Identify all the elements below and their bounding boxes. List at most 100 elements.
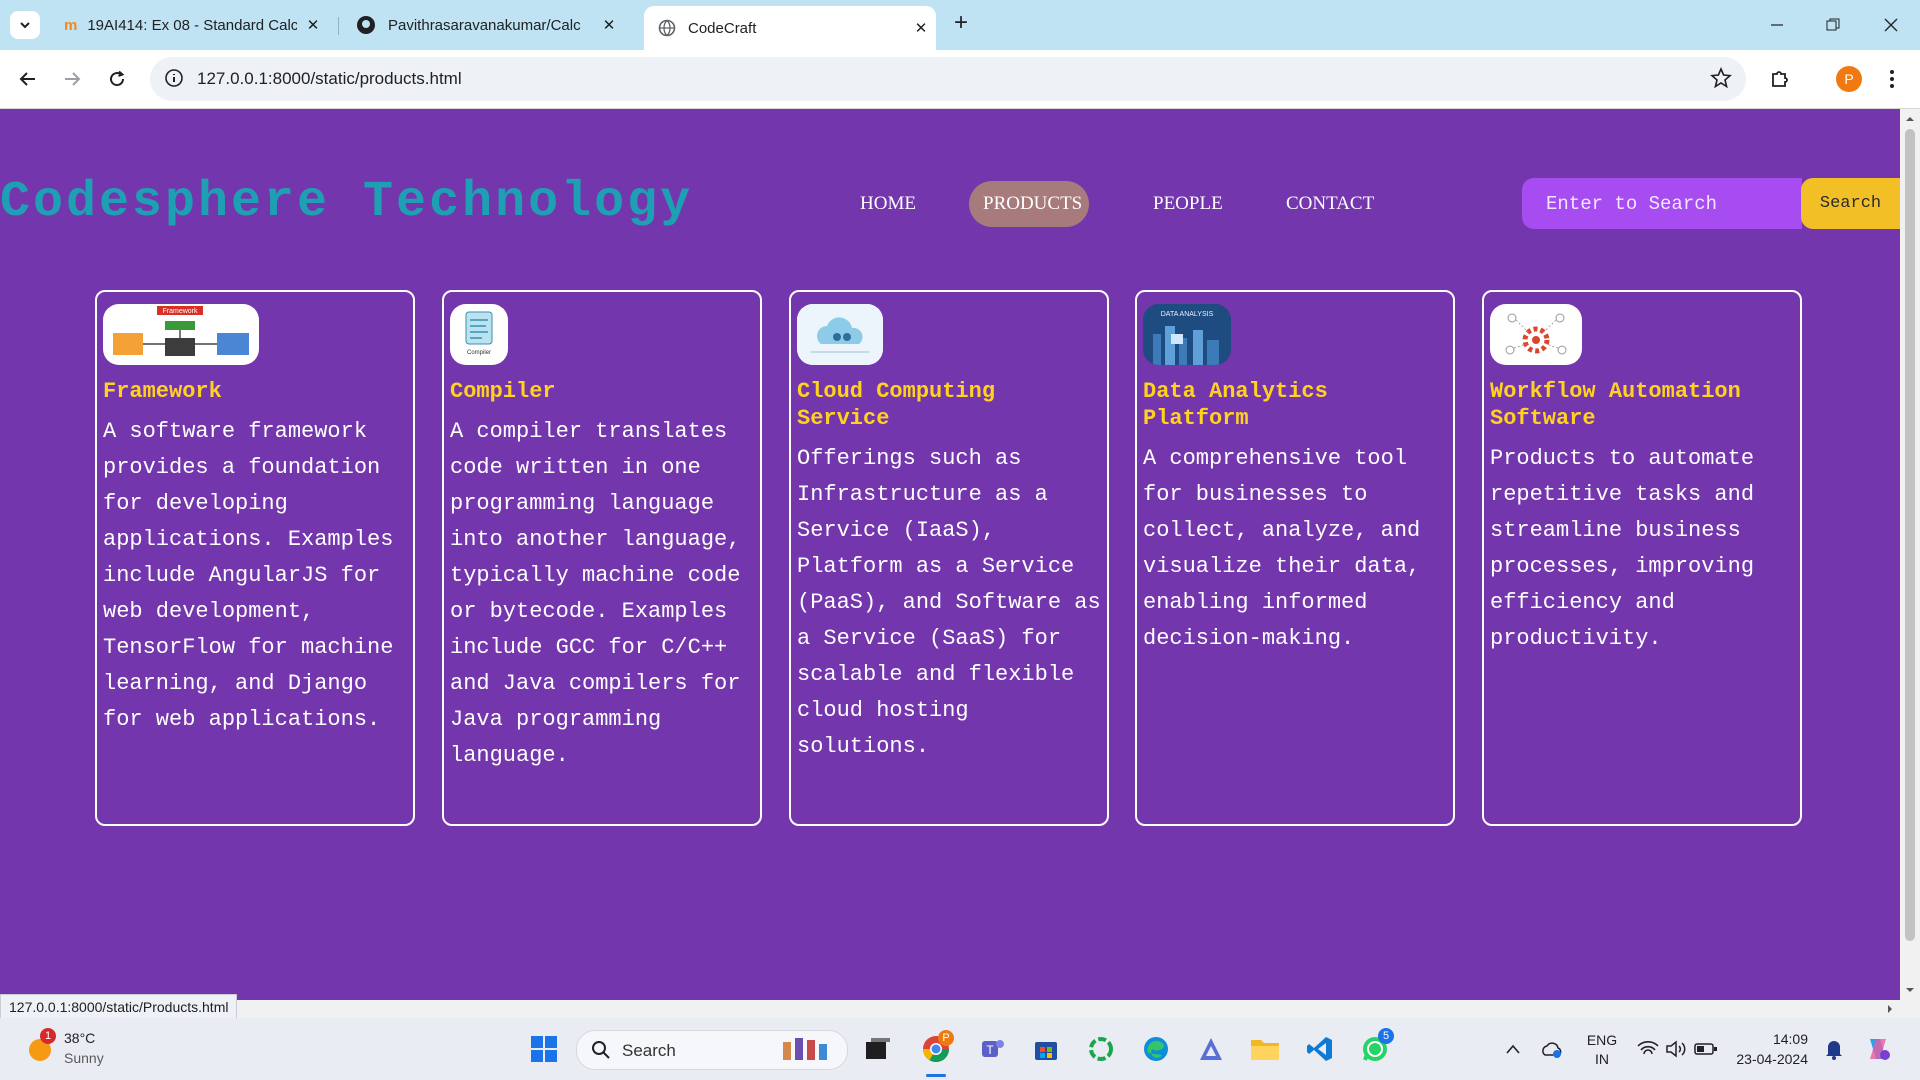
product-card-compiler: Compiler Compiler A compiler translates … xyxy=(442,290,762,826)
task-view-button[interactable] xyxy=(862,1033,894,1065)
clock-time[interactable]: 14:09 xyxy=(1724,1031,1808,1047)
weather-badge: 1 xyxy=(40,1028,56,1044)
page-content: Codesphere Technology HOME PRODUCTS PEOP… xyxy=(0,109,1900,1000)
forward-button[interactable] xyxy=(56,63,88,95)
nav-people[interactable]: PEOPLE xyxy=(1139,181,1237,227)
taskbar-search[interactable]: Search xyxy=(576,1030,848,1070)
clock-date[interactable]: 23-04-2024 xyxy=(1724,1051,1808,1067)
product-title: Workflow Automation Software xyxy=(1490,379,1741,431)
cloud-icon xyxy=(797,304,883,365)
show-hidden-icons-button[interactable] xyxy=(1497,1033,1529,1065)
plus-icon: + xyxy=(953,9,968,36)
product-card-cloud: Cloud Computing Service Offerings such a… xyxy=(789,290,1109,826)
onedrive-button[interactable] xyxy=(1536,1033,1568,1065)
tab-codecraft[interactable]: CodeCraft ✕ xyxy=(644,6,936,50)
input-region[interactable]: IN xyxy=(1584,1051,1620,1067)
product-description: A comprehensive tool for businesses to c… xyxy=(1143,446,1421,651)
search-button[interactable]: Search xyxy=(1801,178,1900,229)
thumb-label: Compiler xyxy=(467,350,491,356)
volume-button[interactable] xyxy=(1660,1033,1692,1065)
scroll-down-icon[interactable] xyxy=(1900,983,1920,997)
url-text[interactable]: 127.0.0.1:8000/static/products.html xyxy=(197,69,462,89)
bell-icon xyxy=(1826,1041,1842,1060)
tab-calculator[interactable]: m 19AI414: Ex 08 - Standard Calc ✕ xyxy=(56,8,328,42)
search-input[interactable] xyxy=(1522,178,1802,229)
vscode-icon xyxy=(1307,1037,1332,1061)
nav-home[interactable]: HOME xyxy=(846,181,930,227)
restore-button[interactable] xyxy=(1818,12,1848,38)
file-explorer-taskbar-button[interactable] xyxy=(1249,1033,1281,1065)
windows-taskbar: 1 38°C Sunny Search P T 5 ENG IN 14:09 2… xyxy=(0,1018,1920,1080)
cloud-status-icon xyxy=(1542,1042,1562,1058)
tab-github[interactable]: Pavithrasaravanakumar/Calc ✕ xyxy=(352,8,624,42)
moodle-icon: m xyxy=(64,16,78,34)
reload-button[interactable] xyxy=(101,63,133,95)
product-description: Products to automate repetitive tasks an… xyxy=(1490,446,1755,651)
product-description: A compiler translates code written in on… xyxy=(450,419,741,768)
product-card-data-analytics: DATA ANALYSIS Data Analytics Platform A … xyxy=(1135,290,1455,826)
arrow-right-icon xyxy=(65,72,81,86)
vpn-app-icon xyxy=(1200,1038,1222,1060)
minimize-button[interactable] xyxy=(1762,12,1792,38)
puzzle-icon xyxy=(1772,71,1788,87)
info-icon[interactable] xyxy=(164,68,184,88)
extensions-button[interactable] xyxy=(1764,63,1796,95)
chevron-down-icon xyxy=(20,22,30,29)
chevron-up-icon xyxy=(1506,1044,1520,1054)
tab-title: Pavithrasaravanakumar/Calc xyxy=(388,16,581,34)
input-language[interactable]: ENG xyxy=(1584,1032,1620,1048)
browser-toolbar: 127.0.0.1:8000/static/products.html xyxy=(0,50,1920,109)
profile-avatar[interactable]: P xyxy=(1836,66,1862,92)
windows-logo-icon xyxy=(531,1036,557,1062)
battery-button[interactable] xyxy=(1690,1033,1722,1065)
new-tab-button[interactable]: + xyxy=(946,9,976,36)
address-bar[interactable]: 127.0.0.1:8000/static/products.html xyxy=(150,57,1746,101)
compiler-icon: Compiler xyxy=(465,311,493,356)
close-icon[interactable]: ✕ xyxy=(912,19,930,37)
star-icon[interactable] xyxy=(1710,67,1732,89)
product-description: Offerings such as Infrastructure as a Se… xyxy=(797,446,1101,759)
reload-icon xyxy=(110,70,125,87)
product-title: Framework xyxy=(103,379,222,404)
notifications-button[interactable] xyxy=(1818,1033,1850,1065)
minimize-icon xyxy=(1771,24,1783,26)
tab-title: 19AI414: Ex 08 - Standard Calc xyxy=(87,16,298,34)
nav-contact[interactable]: CONTACT xyxy=(1272,181,1388,227)
vscode-taskbar-button[interactable] xyxy=(1304,1033,1336,1065)
svg-text:T: T xyxy=(986,1043,994,1057)
tab-search-button[interactable] xyxy=(10,11,40,39)
weather-temperature[interactable]: 38°C xyxy=(64,1030,95,1046)
scroll-right-icon[interactable] xyxy=(1880,1000,1900,1018)
weather-condition[interactable]: Sunny xyxy=(64,1050,104,1066)
globe-icon xyxy=(658,19,676,37)
workflow-thumbnail xyxy=(1490,304,1582,365)
back-button[interactable] xyxy=(12,63,44,95)
battery-icon xyxy=(1694,1043,1717,1055)
green-ring-app-button[interactable] xyxy=(1085,1033,1117,1065)
teams-icon: T xyxy=(982,1040,1004,1057)
close-icon[interactable]: ✕ xyxy=(600,16,618,34)
close-icon xyxy=(1884,18,1898,32)
store-taskbar-button[interactable] xyxy=(1030,1033,1062,1065)
site-title: Codesphere Technology xyxy=(0,174,694,231)
copilot-button[interactable] xyxy=(1862,1033,1894,1065)
browser-menu-button[interactable] xyxy=(1876,63,1908,95)
close-icon[interactable]: ✕ xyxy=(304,16,322,34)
link-status-bar: 127.0.0.1:8000/static/Products.html xyxy=(0,994,238,1020)
scroll-up-icon[interactable] xyxy=(1900,112,1920,126)
start-button[interactable] xyxy=(528,1033,560,1065)
tab-title: CodeCraft xyxy=(688,19,757,37)
scrollbar-thumb[interactable] xyxy=(1905,129,1915,941)
edge-taskbar-button[interactable] xyxy=(1140,1033,1172,1065)
data-analytics-thumbnail: DATA ANALYSIS xyxy=(1143,304,1231,365)
thumb-label: Framework xyxy=(162,308,198,315)
close-window-button[interactable] xyxy=(1876,12,1906,38)
whatsapp-badge: 5 xyxy=(1378,1028,1394,1044)
vertical-scrollbar[interactable] xyxy=(1900,109,1920,1000)
nav-products[interactable]: PRODUCTS xyxy=(969,181,1089,227)
horizontal-scrollbar[interactable] xyxy=(0,1000,1920,1018)
teams-taskbar-button[interactable]: T xyxy=(976,1033,1008,1065)
vpn-app-taskbar-button[interactable] xyxy=(1195,1033,1227,1065)
task-view-icon xyxy=(866,1038,890,1059)
github-icon xyxy=(357,16,375,34)
